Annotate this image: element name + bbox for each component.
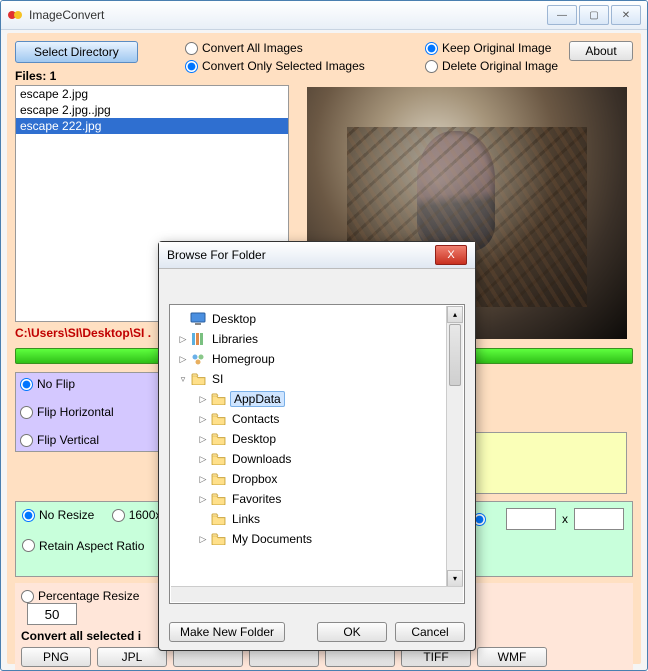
- expand-icon[interactable]: ▷: [196, 434, 210, 445]
- folder-icon: [210, 531, 226, 547]
- flip-panel: No Flip Flip Horizontal Flip Vertical: [15, 372, 165, 452]
- width-input[interactable]: [506, 508, 556, 530]
- tree-item-label: Favorites: [230, 492, 283, 506]
- keep-original-radio[interactable]: Keep Original Image: [425, 41, 558, 55]
- folder-icon: [210, 431, 226, 447]
- folder-icon: [210, 391, 226, 407]
- expand-icon[interactable]: ▿: [176, 374, 190, 385]
- homegroup-icon: [190, 351, 206, 367]
- tree-item[interactable]: ▷ My Documents: [170, 529, 464, 549]
- folder-icon: [210, 471, 226, 487]
- scroll-up-icon[interactable]: ▴: [447, 306, 463, 323]
- tree-item-label: Desktop: [230, 432, 278, 446]
- expand-icon[interactable]: ▷: [196, 394, 210, 405]
- tree-item[interactable]: Links: [170, 509, 464, 529]
- tree-item[interactable]: ▷ Downloads: [170, 449, 464, 469]
- expand-icon[interactable]: ▷: [196, 454, 210, 465]
- scroll-thumb[interactable]: [449, 324, 461, 386]
- folder-icon: [210, 411, 226, 427]
- list-item[interactable]: escape 222.jpg: [16, 118, 288, 134]
- ok-button[interactable]: OK: [317, 622, 387, 642]
- tree-item[interactable]: ▷ Contacts: [170, 409, 464, 429]
- about-button[interactable]: About: [569, 41, 633, 61]
- tree-item[interactable]: ▷ Homegroup: [170, 349, 464, 369]
- tree-item-label: Contacts: [230, 412, 281, 426]
- folder-icon: [210, 451, 226, 467]
- maximize-button[interactable]: ▢: [579, 5, 609, 25]
- tree-item-label: Downloads: [230, 452, 293, 466]
- app-window: ImageConvert — ▢ ✕ Select Directory Conv…: [0, 0, 648, 671]
- titlebar[interactable]: ImageConvert — ▢ ✕: [1, 1, 647, 30]
- tree-item[interactable]: ▷ Dropbox: [170, 469, 464, 489]
- tree-item-label: Homegroup: [210, 352, 277, 366]
- percentage-input[interactable]: [27, 603, 77, 625]
- folder-tree[interactable]: Desktop▷Libraries▷Homegroup▿SI▷AppData▷C…: [169, 304, 465, 604]
- tree-item-label: Dropbox: [230, 472, 279, 486]
- delete-original-radio[interactable]: Delete Original Image: [425, 59, 558, 73]
- tree-item[interactable]: ▷ Desktop: [170, 429, 464, 449]
- dialog-close-button[interactable]: X: [435, 245, 467, 265]
- tree-item[interactable]: ▷ AppData: [170, 389, 464, 409]
- expand-icon[interactable]: ▷: [176, 354, 190, 365]
- folder-icon: [210, 511, 226, 527]
- browse-folder-dialog: Browse For Folder X Desktop ▷ Libraries ▷ Ho…: [158, 241, 476, 651]
- no-resize-radio[interactable]: No Resize: [22, 508, 94, 522]
- vertical-scrollbar[interactable]: ▴ ▾: [446, 306, 463, 587]
- tree-item[interactable]: ▷ Favorites: [170, 489, 464, 509]
- format-button[interactable]: WMF: [477, 647, 547, 667]
- convert-selected-radio[interactable]: Convert Only Selected Images: [185, 59, 365, 73]
- tree-item[interactable]: ▿ SI: [170, 369, 464, 389]
- scroll-down-icon[interactable]: ▾: [447, 570, 463, 587]
- expand-icon[interactable]: ▷: [196, 474, 210, 485]
- flip-horizontal-radio[interactable]: Flip Horizontal: [20, 405, 160, 419]
- close-button[interactable]: ✕: [611, 5, 641, 25]
- dialog-titlebar[interactable]: Browse For Folder X: [159, 242, 475, 269]
- make-new-folder-button[interactable]: Make New Folder: [169, 622, 285, 642]
- minimize-button[interactable]: —: [547, 5, 577, 25]
- dialog-title: Browse For Folder: [167, 248, 435, 262]
- tree-item-label: Links: [230, 512, 262, 526]
- cancel-button[interactable]: Cancel: [395, 622, 465, 642]
- tree-item[interactable]: Desktop: [170, 309, 464, 329]
- height-input[interactable]: [574, 508, 624, 530]
- expand-icon[interactable]: ▷: [196, 414, 210, 425]
- folder-icon: [210, 491, 226, 507]
- retain-aspect-radio[interactable]: Retain Aspect Ratio: [22, 539, 144, 553]
- tree-item-label: My Documents: [230, 532, 314, 546]
- format-button[interactable]: JPL: [97, 647, 167, 667]
- tree-item-label: SI: [210, 372, 225, 386]
- no-flip-radio[interactable]: No Flip: [20, 377, 160, 391]
- horizontal-scrollbar[interactable]: [171, 586, 463, 602]
- libraries-icon: [190, 331, 206, 347]
- format-button[interactable]: PNG: [21, 647, 91, 667]
- desktop-icon: [190, 311, 206, 327]
- expand-icon[interactable]: ▷: [196, 494, 210, 505]
- tree-item-label: AppData: [230, 391, 285, 407]
- tree-item-label: Libraries: [210, 332, 260, 346]
- expand-icon[interactable]: ▷: [176, 334, 190, 345]
- list-item[interactable]: escape 2.jpg..jpg: [16, 102, 288, 118]
- tree-item-label: Desktop: [210, 312, 258, 326]
- convert-all-radio[interactable]: Convert All Images: [185, 41, 365, 55]
- app-icon: [7, 7, 23, 23]
- select-directory-button[interactable]: Select Directory: [15, 41, 138, 63]
- list-item[interactable]: escape 2.jpg: [16, 86, 288, 102]
- expand-icon[interactable]: ▷: [196, 534, 210, 545]
- flip-vertical-radio[interactable]: Flip Vertical: [20, 433, 160, 447]
- folder-icon: [190, 371, 206, 387]
- tree-item[interactable]: ▷ Libraries: [170, 329, 464, 349]
- window-title: ImageConvert: [29, 8, 547, 22]
